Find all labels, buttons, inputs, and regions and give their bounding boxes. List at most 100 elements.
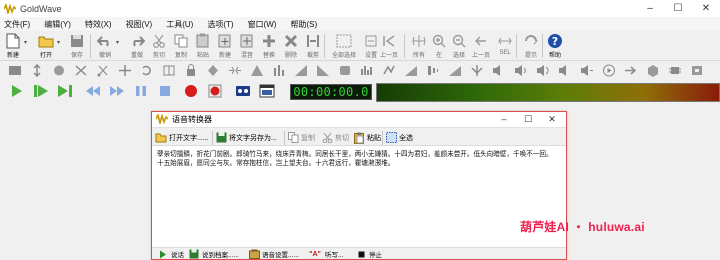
dialog-cut-button[interactable]: 剪切 [321, 130, 349, 145]
arrow-effect-icon[interactable] [624, 64, 638, 77]
copy-button[interactable]: 复制 [170, 32, 192, 60]
volume-effect-icon[interactable] [448, 64, 462, 77]
pitch-effect-icon[interactable] [382, 64, 396, 77]
speaker-effect-icon[interactable] [492, 64, 506, 77]
speaker-down-effect-icon[interactable] [558, 64, 572, 77]
dialog-bottom-toolbar: 说话 说到档案...... 语音设置...... "A" 听写... 停止 [152, 247, 566, 259]
replace-button[interactable]: 替换 [258, 32, 280, 60]
undo-button[interactable]: 撤销 [94, 32, 116, 60]
menu-view[interactable]: 视图(V) [126, 19, 153, 30]
lock-effect-icon[interactable] [184, 64, 198, 77]
menu-window[interactable]: 窗口(W) [248, 19, 277, 30]
dialog-minimize-button[interactable]: – [492, 112, 516, 126]
speaker-wave-effect-icon[interactable] [536, 64, 550, 77]
dialog-close-button[interactable]: ✕ [540, 112, 564, 126]
speaker-up-effect-icon[interactable] [514, 64, 528, 77]
play-button[interactable] [8, 83, 26, 99]
open-dropdown-icon[interactable]: ▾ [57, 39, 60, 46]
speak-to-file-button[interactable]: 说到档案...... [188, 248, 239, 260]
maximize-button[interactable]: ☐ [664, 0, 692, 17]
stretch-effect-icon[interactable] [30, 64, 44, 77]
dialog-maximize-button[interactable]: ☐ [516, 112, 540, 126]
menu-tools[interactable]: 工具(U) [166, 19, 193, 30]
expand-effect-icon[interactable] [118, 64, 132, 77]
eq-effect-icon[interactable] [360, 64, 374, 77]
new-label: 新建 [6, 53, 19, 59]
menu-effects[interactable]: 特效(X) [85, 19, 112, 30]
redo-button[interactable]: 重做 [126, 32, 148, 60]
dictate-button[interactable]: "A" 听写... [307, 248, 343, 260]
select-all-button[interactable]: 全部选择 [330, 32, 358, 60]
monitor-button[interactable] [234, 83, 252, 99]
reverb-effect-icon[interactable] [404, 64, 418, 77]
open-button[interactable]: 打开 [35, 32, 57, 60]
help-button[interactable]: ? 帮助 [544, 32, 566, 60]
control-properties-button[interactable] [258, 83, 276, 99]
scissors-effect-icon[interactable] [96, 64, 110, 77]
cross-effect-icon[interactable] [74, 64, 88, 77]
paste-new-button[interactable]: 新建 [214, 32, 236, 60]
level-meter [376, 83, 720, 102]
dialog-copy-button[interactable]: 复制 [287, 130, 315, 145]
fast-forward-button[interactable] [108, 83, 126, 99]
sel-button[interactable]: SEL [494, 32, 516, 60]
chip-effect-icon[interactable] [668, 64, 682, 77]
play-selection-button[interactable] [32, 83, 50, 99]
zoom-in-button[interactable]: 在 [428, 32, 450, 60]
dialog-title-bar: 语音转换器 – ☐ ✕ [152, 112, 566, 126]
menu-options[interactable]: 选项(T) [207, 19, 233, 30]
fade-out-effect-icon[interactable] [316, 64, 330, 77]
menu-file[interactable]: 文件(F) [4, 19, 30, 30]
diamond-effect-icon[interactable] [206, 64, 220, 77]
plugin-effect-icon[interactable] [690, 64, 704, 77]
cue-button[interactable]: 提示 [520, 32, 542, 60]
zoom-out-button[interactable]: 选择 [448, 32, 470, 60]
stop-speech-button[interactable]: 停止 [355, 248, 382, 260]
triangle-effect-icon[interactable] [250, 64, 264, 77]
silence-effect-icon[interactable] [8, 64, 22, 77]
play-effect-icon[interactable] [602, 64, 616, 77]
record-selection-button[interactable] [206, 83, 224, 99]
view-all-button[interactable]: 所有 [408, 32, 430, 60]
stop-button[interactable] [156, 83, 174, 99]
flip-effect-icon[interactable] [162, 64, 176, 77]
trim-button[interactable]: 裁剪 [302, 32, 324, 60]
pause-button[interactable] [132, 83, 150, 99]
speech-text-area[interactable]: 孽亲切擂鳞，折花门前剧。郎骑竹马来，绕床弄青梅。同居长干里，两小无嫌猜。十四为君… [155, 150, 560, 245]
pan-effect-icon[interactable] [580, 64, 594, 77]
fade-in-effect-icon[interactable] [294, 64, 308, 77]
previous-page-button[interactable]: 上一页 [468, 32, 494, 60]
filter-effect-icon[interactable] [338, 64, 352, 77]
loop-effect-icon[interactable] [140, 64, 154, 77]
close-button[interactable]: ✕ [692, 0, 720, 17]
compress-effect-icon[interactable] [228, 64, 242, 77]
menu-edit[interactable]: 编辑(Y) [44, 19, 71, 30]
record-button[interactable] [182, 83, 200, 99]
speak-button[interactable]: 说话 [157, 248, 184, 260]
save-text-as-button[interactable]: 将文字另存为... [215, 130, 277, 145]
sphere-effect-icon[interactable] [52, 64, 66, 77]
open-text-button[interactable]: 打开文字...... [155, 130, 209, 145]
paste-button[interactable]: 粘贴 [192, 32, 214, 60]
cut-button[interactable]: 剪切 [148, 32, 170, 60]
play-icon [157, 248, 169, 260]
delete-button[interactable]: 删除 [280, 32, 302, 60]
mix-button[interactable]: 混音 [236, 32, 258, 60]
new-button[interactable]: 新建 [2, 32, 24, 60]
play-to-end-button[interactable] [56, 83, 74, 99]
invert-effect-icon[interactable] [470, 64, 484, 77]
cube-effect-icon[interactable] [646, 64, 660, 77]
bars-effect-icon[interactable] [272, 64, 286, 77]
dialog-paste-button[interactable]: 粘贴 [353, 130, 381, 145]
save-button[interactable]: 保存 [66, 32, 88, 60]
previous-button[interactable]: 上一页 [376, 32, 402, 60]
voice-settings-button[interactable]: 语音设置...... [248, 248, 299, 260]
minimize-button[interactable]: – [636, 0, 664, 17]
undo-dropdown-icon[interactable]: ▾ [116, 39, 119, 46]
previous-icon [380, 32, 398, 49]
menu-help[interactable]: 帮助(S) [290, 19, 317, 30]
dialog-select-all-button[interactable]: 全选 [385, 130, 413, 145]
echo-effect-icon[interactable] [426, 64, 440, 77]
rewind-button[interactable] [84, 83, 102, 99]
new-dropdown-icon[interactable]: ▾ [24, 39, 27, 46]
